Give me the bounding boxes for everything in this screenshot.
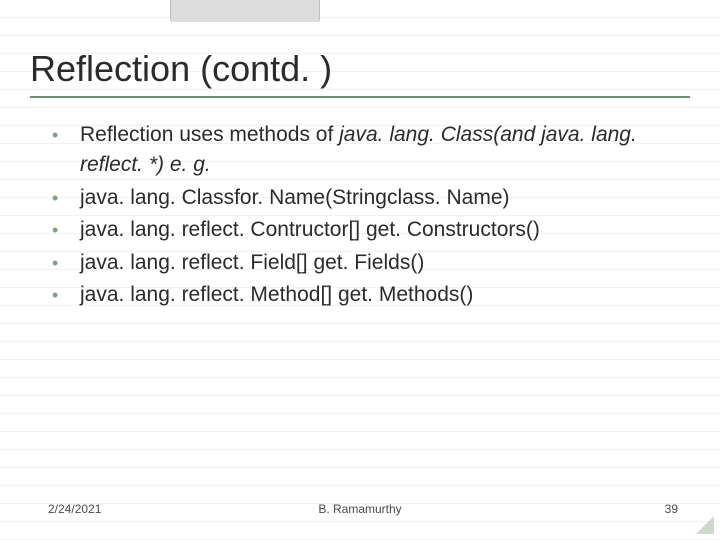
list-item: java. lang. Classfor. Name(Stringclass. …	[80, 183, 690, 213]
bullet-list: Reflection uses methods of java. lang. C…	[30, 120, 690, 311]
bullet-text: java. lang. reflect. Field[] get. Fields…	[80, 251, 424, 274]
bullet-text: java. lang. reflect. Contructor[] get. C…	[80, 218, 540, 241]
list-item: java. lang. reflect. Contructor[] get. C…	[80, 215, 690, 245]
page-curl-icon	[696, 516, 714, 534]
bullet-text: java. lang. Classfor. Name(Stringclass. …	[80, 186, 510, 209]
slide-title: Reflection (contd. )	[30, 48, 690, 90]
footer-date: 2/24/2021	[48, 502, 101, 516]
footer-author: B. Ramamurthy	[318, 502, 401, 516]
title-underline	[30, 96, 690, 98]
list-item: java. lang. reflect. Method[] get. Metho…	[80, 280, 690, 310]
bullet-text: Reflection uses methods of	[80, 123, 339, 146]
footer-page: 39	[665, 502, 678, 516]
slide-footer: 2/24/2021 B. Ramamurthy 39	[0, 502, 720, 516]
list-item: java. lang. reflect. Field[] get. Fields…	[80, 248, 690, 278]
bullet-text: java. lang. reflect. Method[] get. Metho…	[80, 283, 473, 306]
slide-content: Reflection (contd. ) Reflection uses met…	[0, 0, 720, 540]
list-item: Reflection uses methods of java. lang. C…	[80, 120, 690, 181]
top-tab	[170, 0, 320, 22]
